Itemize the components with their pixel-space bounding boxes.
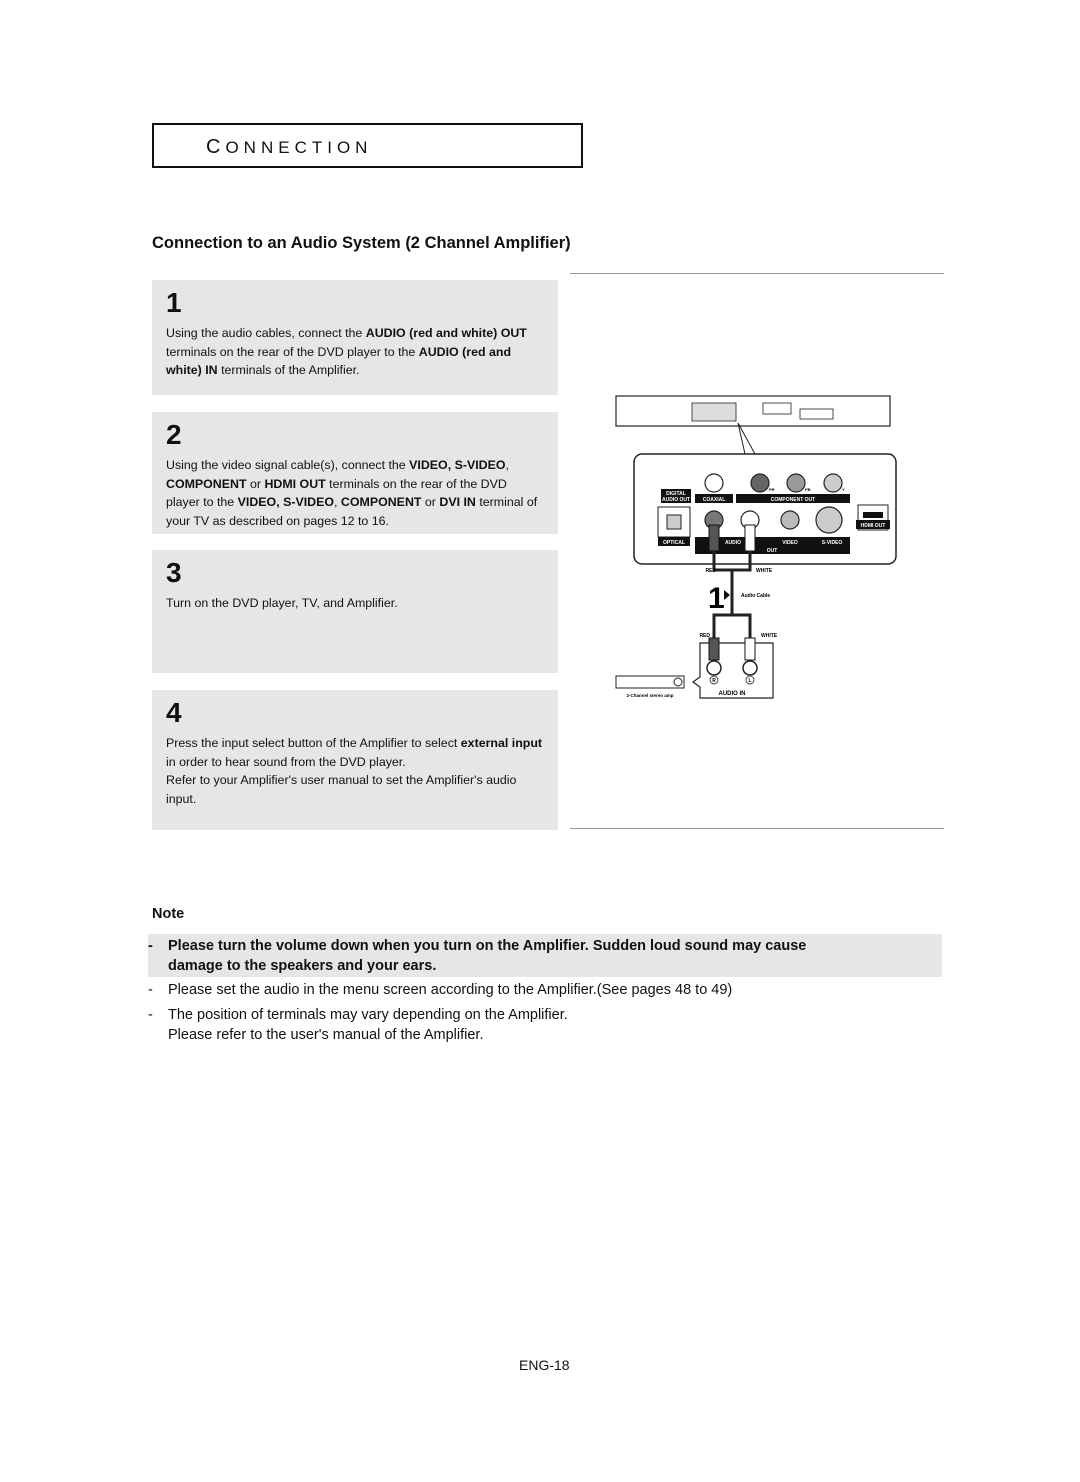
note-item: - Please set the audio in the menu screen… — [148, 980, 732, 1000]
step-text-segment: external input — [460, 736, 543, 750]
step-text-segment: COMPONENT — [340, 495, 422, 509]
step-text-segment: Press the input select button of the Amp… — [166, 736, 461, 750]
step-text-segment: HDMI OUT — [264, 476, 326, 491]
step-text: Turn on the DVD player, TV, and Amplifie… — [166, 594, 544, 613]
label-red-top: RED — [705, 568, 716, 574]
label-s-video: S-VIDEO — [822, 540, 843, 546]
step-text-segment: Turn on the DVD player, TV, and Amplifie… — [166, 596, 398, 610]
step-text-segment: or — [246, 476, 265, 491]
step-text-segment: Using the audio cables, connect the — [166, 326, 366, 340]
label-coaxial: COAXIAL — [703, 497, 726, 503]
page-number: ENG-18 — [519, 1357, 570, 1373]
step-2: 2 Using the video signal cable(s), connec… — [152, 412, 558, 534]
amp-audio-in-panel — [691, 642, 774, 699]
svg-text:PB: PB — [805, 487, 811, 492]
dvd-player-rear — [615, 395, 891, 427]
connection-diagram: DIGITAL AUDIO OUT COAXIAL COMPONENT OUT … — [615, 395, 897, 699]
step-text-segment: AUDIO (red and white) OUT — [365, 326, 527, 340]
note-dash: - — [148, 1007, 153, 1023]
label-audio-cable: Audio Cable — [741, 593, 770, 599]
label-audio-in: AUDIO IN — [719, 691, 746, 697]
label-video: VIDEO — [782, 540, 798, 546]
note-line: Please refer to the user's manual of the… — [168, 1027, 484, 1043]
page-heading: Connection to an Audio System (2 Channel… — [152, 234, 571, 252]
svg-text:PR: PR — [769, 487, 775, 492]
step-text-segment: or — [421, 495, 440, 509]
step-text-segment: VIDEO, S-VIDEO — [409, 458, 506, 472]
note-item: - The position of terminals may vary depe… — [148, 1005, 568, 1045]
divider-bottom — [570, 828, 944, 829]
note-item: - Please turn the volume down when you tu… — [148, 936, 806, 976]
manual-page: CONNECTION Connection to an Audio System… — [0, 0, 1080, 1482]
step-text: Press the input select button of the Amp… — [166, 734, 544, 808]
step-1-marker: 1 — [708, 582, 725, 615]
rear-terminals — [691, 402, 737, 422]
label-audio: AUDIO — [725, 540, 741, 546]
note-line: damage to the speakers and your ears. — [168, 958, 437, 974]
step-number: 2 — [166, 419, 182, 450]
note-line: The position of terminals may vary depen… — [168, 1007, 568, 1023]
step-text: Using the video signal cable(s), connect… — [166, 456, 544, 530]
section-title: CONNECTION — [206, 136, 373, 158]
step-number: 1 — [166, 287, 182, 318]
note-dash: - — [148, 982, 153, 998]
step-text-segment: terminals of the Amplifier. — [217, 363, 360, 377]
step-3: 3 Turn on the DVD player, TV, and Amplifi… — [152, 550, 558, 673]
label-component-out: COMPONENT OUT — [771, 497, 815, 503]
step-text-segment: Using the video signal cable(s), connect… — [166, 458, 410, 472]
step-text-segment: DVI IN — [439, 495, 476, 509]
note-line: Please set the audio in the menu screen … — [168, 982, 733, 998]
label-hdmi-out: HDMI OUT — [861, 523, 886, 529]
step-number: 4 — [166, 697, 182, 728]
note-line: Please turn the volume down when you tur… — [168, 938, 807, 954]
step-4: 4 Press the input select button of the Am… — [152, 690, 558, 830]
divider-top — [570, 273, 944, 274]
step-text-segment: , — [505, 458, 509, 472]
svg-text:Y: Y — [842, 487, 845, 492]
section-header-box: CONNECTION — [152, 123, 583, 168]
note-dash: - — [148, 938, 153, 954]
step-text-segment: Refer to your Amplifier's user manual to… — [166, 773, 517, 806]
label-amp: 2-Channel stereo amp — [626, 693, 673, 698]
svg-text:R: R — [712, 678, 716, 684]
label-optical: OPTICAL — [663, 540, 685, 546]
step-text-segment: in order to hear sound from the DVD play… — [166, 754, 406, 769]
svg-text:L: L — [748, 678, 751, 684]
label-white-bottom: WHITE — [761, 633, 778, 639]
step-number: 3 — [166, 557, 182, 588]
step-text: Using the audio cables, connect the AUDI… — [166, 324, 544, 380]
note-title: Note — [152, 906, 185, 922]
step-text-segment: COMPONENT — [166, 476, 247, 491]
step-text-segment: terminals on the rear of the DVD player … — [166, 344, 419, 359]
label-white-top: WHITE — [756, 568, 773, 574]
svg-text:AUDIO OUT: AUDIO OUT — [662, 497, 690, 503]
step-text-segment: VIDEO, S-VIDEO — [237, 495, 335, 509]
label-out: OUT — [767, 548, 778, 554]
step-text-segment: , — [334, 495, 341, 509]
step-1: 1 Using the audio cables, connect the AUD… — [152, 280, 558, 395]
